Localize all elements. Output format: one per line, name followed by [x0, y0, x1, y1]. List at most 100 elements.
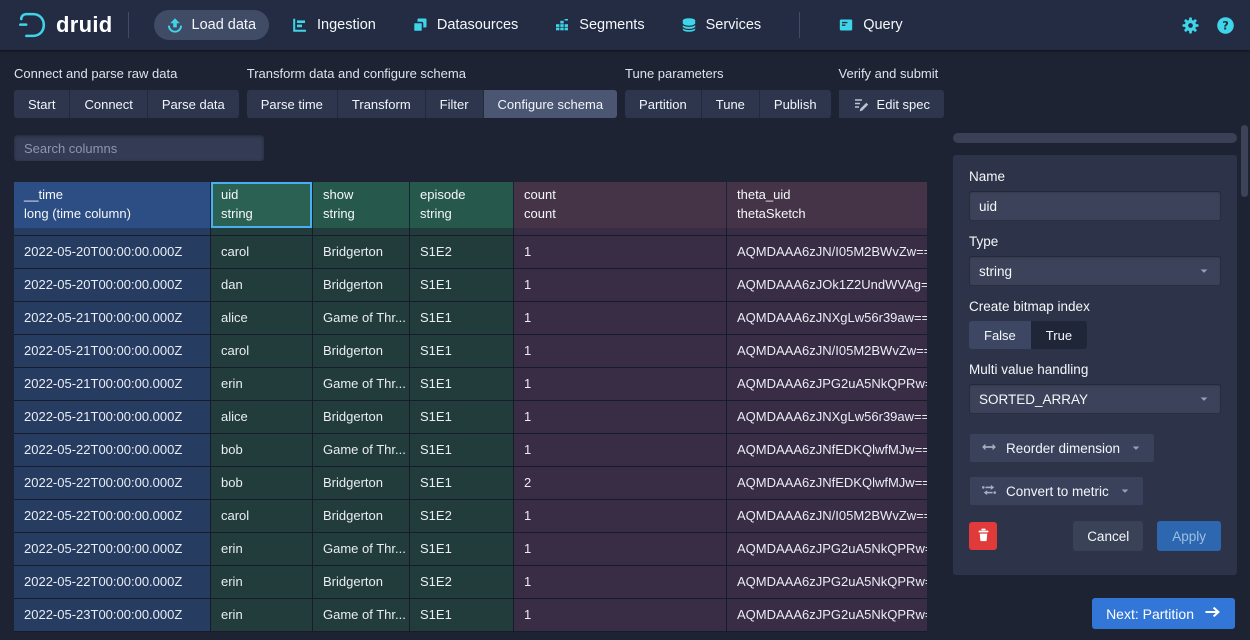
- reorder-dimension-button[interactable]: Reorder dimension: [969, 433, 1155, 463]
- nav-item-services[interactable]: Services: [668, 10, 775, 40]
- cell-count[interactable]: 1: [514, 434, 727, 467]
- cell-episode[interactable]: S1E1: [410, 401, 514, 434]
- step-button-filter[interactable]: Filter: [426, 90, 484, 118]
- cell-show[interactable]: Bridgerton: [313, 566, 410, 599]
- cell-episode[interactable]: S1E1: [410, 599, 514, 632]
- cell-theta-uid[interactable]: AQMDAAA6zJPG2uA5NkQPRw==: [727, 566, 927, 599]
- cell-count[interactable]: 1: [514, 500, 727, 533]
- cell-count[interactable]: 2: [514, 467, 727, 500]
- cell-episode[interactable]: S1E1: [410, 335, 514, 368]
- cell-episode[interactable]: S1E1: [410, 269, 514, 302]
- cell-show[interactable]: Bridgerton: [313, 500, 410, 533]
- cell-episode[interactable]: S1E1: [410, 434, 514, 467]
- cell-uid[interactable]: bob: [211, 434, 313, 467]
- cell-theta-uid[interactable]: AQMDAAA6zJNXgLw56r39aw==: [727, 302, 927, 335]
- next-partition-button[interactable]: Next: Partition: [1092, 598, 1235, 629]
- cell-time[interactable]: 2022-05-22T00:00:00.000Z: [14, 500, 211, 533]
- cell-count[interactable]: 1: [514, 368, 727, 401]
- step-button-parse-data[interactable]: Parse data: [148, 90, 239, 118]
- cell-theta-uid[interactable]: AQMDAAA6zJN/I05M2BWvZw==: [727, 335, 927, 368]
- cell-theta-uid[interactable]: AQMDAAA6zJPG2uA5NkQPRw==: [727, 533, 927, 566]
- column-header-time[interactable]: __timelong (time column): [14, 182, 211, 228]
- cell-count[interactable]: 1: [514, 236, 727, 269]
- cell-time[interactable]: 2022-05-21T00:00:00.000Z: [14, 401, 211, 434]
- cell-uid[interactable]: erin: [211, 566, 313, 599]
- cell-show[interactable]: Bridgerton: [313, 401, 410, 434]
- cell-count[interactable]: 1: [514, 335, 727, 368]
- cell-show[interactable]: Game of Thr...: [313, 533, 410, 566]
- cell-uid[interactable]: alice: [211, 401, 313, 434]
- step-button-tune[interactable]: Tune: [702, 90, 760, 118]
- step-button-publish[interactable]: Publish: [760, 90, 831, 118]
- gear-icon[interactable]: [1181, 16, 1200, 35]
- cell-episode[interactable]: S1E2: [410, 500, 514, 533]
- cell-count[interactable]: 1: [514, 269, 727, 302]
- cell-time[interactable]: 2022-05-21T00:00:00.000Z: [14, 335, 211, 368]
- cell-show[interactable]: Game of Thr...: [313, 302, 410, 335]
- step-button-parse-time[interactable]: Parse time: [247, 90, 338, 118]
- column-header-count[interactable]: countcount: [514, 182, 727, 228]
- cell-episode[interactable]: S1E1: [410, 533, 514, 566]
- cell-time[interactable]: 2022-05-23T00:00:00.000Z: [14, 599, 211, 632]
- cell-episode[interactable]: S1E1: [410, 368, 514, 401]
- brand[interactable]: druid: [15, 8, 113, 42]
- cell-show[interactable]: Bridgerton: [313, 335, 410, 368]
- cell-show[interactable]: Bridgerton: [313, 236, 410, 269]
- cell-uid[interactable]: alice: [211, 302, 313, 335]
- help-icon[interactable]: ?: [1216, 16, 1235, 35]
- cell-show[interactable]: Bridgerton: [313, 269, 410, 302]
- step-button-partition[interactable]: Partition: [625, 90, 702, 118]
- cell-uid[interactable]: erin: [211, 368, 313, 401]
- cell-count[interactable]: 1: [514, 302, 727, 335]
- cell-time[interactable]: 2022-05-20T00:00:00.000Z: [14, 269, 211, 302]
- bitmap-option-true[interactable]: True: [1031, 321, 1087, 349]
- multi-value-select[interactable]: SORTED_ARRAY: [969, 384, 1221, 414]
- cell-episode[interactable]: S1E2: [410, 566, 514, 599]
- nav-item-segments[interactable]: Segments: [541, 10, 657, 40]
- delete-dimension-button[interactable]: [969, 522, 997, 550]
- cell-uid[interactable]: bob: [211, 467, 313, 500]
- step-button-transform[interactable]: Transform: [338, 90, 426, 118]
- step-button-start[interactable]: Start: [14, 90, 70, 118]
- column-header-episode[interactable]: episodestring: [410, 182, 514, 228]
- column-header-show[interactable]: showstring: [313, 182, 410, 228]
- cell-time[interactable]: 2022-05-22T00:00:00.000Z: [14, 566, 211, 599]
- cell-theta-uid[interactable]: AQMDAAA6zJPG2uA5NkQPRw==: [727, 599, 927, 632]
- cell-uid[interactable]: dan: [211, 269, 313, 302]
- cell-time[interactable]: 2022-05-21T00:00:00.000Z: [14, 302, 211, 335]
- cell-count[interactable]: 1: [514, 599, 727, 632]
- cell-time[interactable]: 2022-05-21T00:00:00.000Z: [14, 368, 211, 401]
- page-scrollbar[interactable]: [1241, 125, 1248, 197]
- cell-uid[interactable]: erin: [211, 599, 313, 632]
- cell-uid[interactable]: carol: [211, 236, 313, 269]
- search-input[interactable]: [14, 135, 264, 161]
- cell-theta-uid[interactable]: AQMDAAA6zJN/I05M2BWvZw==: [727, 500, 927, 533]
- cell-episode[interactable]: S1E1: [410, 302, 514, 335]
- cell-show[interactable]: Game of Thr...: [313, 368, 410, 401]
- column-header-theta-uid[interactable]: theta_uidthetaSketch: [727, 182, 927, 228]
- step-button-configure-schema[interactable]: Configure schema: [484, 90, 618, 118]
- column-header-uid[interactable]: uidstring: [211, 182, 313, 228]
- nav-item-query[interactable]: Query: [825, 10, 916, 40]
- cell-theta-uid[interactable]: AQMDAAA6zJN/I05M2BWvZw==: [727, 236, 927, 269]
- cell-show[interactable]: Game of Thr...: [313, 599, 410, 632]
- cell-time[interactable]: 2022-05-22T00:00:00.000Z: [14, 434, 211, 467]
- cell-show[interactable]: Game of Thr...: [313, 434, 410, 467]
- cell-episode[interactable]: S1E1: [410, 467, 514, 500]
- cell-theta-uid[interactable]: AQMDAAA6zJPG2uA5NkQPRw==: [727, 368, 927, 401]
- cell-show[interactable]: Bridgerton: [313, 467, 410, 500]
- bitmap-option-false[interactable]: False: [969, 321, 1031, 349]
- cell-theta-uid[interactable]: AQMDAAA6zJOk1Z2UndWVAg==: [727, 269, 927, 302]
- convert-to-metric-button[interactable]: Convert to metric: [969, 476, 1144, 506]
- cell-theta-uid[interactable]: AQMDAAA6zJNXgLw56r39aw==: [727, 401, 927, 434]
- cell-time[interactable]: 2022-05-22T00:00:00.000Z: [14, 533, 211, 566]
- type-select[interactable]: string: [969, 256, 1221, 286]
- cell-time[interactable]: 2022-05-22T00:00:00.000Z: [14, 467, 211, 500]
- cell-time[interactable]: 2022-05-20T00:00:00.000Z: [14, 236, 211, 269]
- apply-button[interactable]: Apply: [1157, 521, 1221, 551]
- step-button-connect[interactable]: Connect: [70, 90, 147, 118]
- cell-uid[interactable]: erin: [211, 533, 313, 566]
- cell-uid[interactable]: carol: [211, 500, 313, 533]
- cell-theta-uid[interactable]: AQMDAAA6zJNfEDKQlwfMJw==: [727, 467, 927, 500]
- nav-item-ingestion[interactable]: Ingestion: [279, 10, 389, 40]
